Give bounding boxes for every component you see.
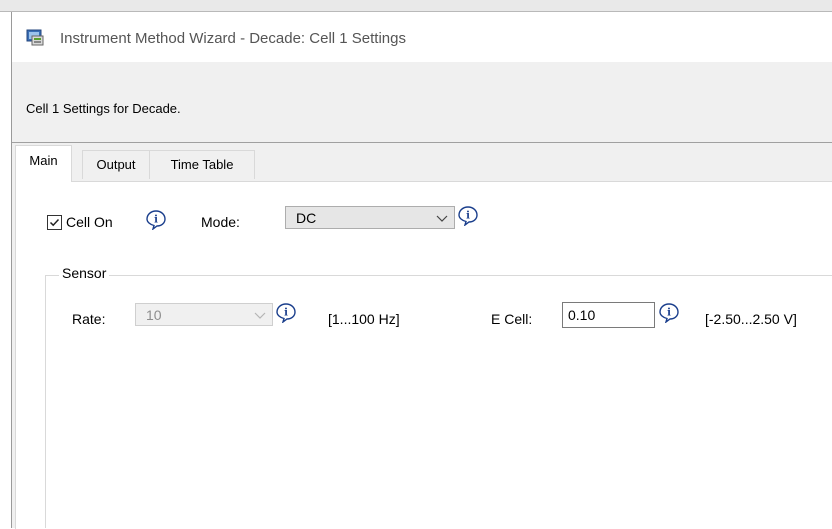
rate-range-label: [1...100 Hz] [328, 311, 400, 327]
window-title: Instrument Method Wizard - Decade: Cell … [60, 30, 406, 47]
e-cell-value: 0.10 [568, 307, 596, 323]
tab-output-label: Output [96, 157, 136, 172]
checkmark-icon [49, 218, 60, 227]
tab-main-label: Main [29, 153, 58, 168]
mode-dropdown[interactable]: DC [285, 206, 455, 229]
svg-text:i: i [667, 308, 671, 319]
chevron-down-icon [436, 215, 448, 222]
header-description: Cell 1 Settings for Decade. [26, 101, 181, 116]
wizard-header-panel: Cell 1 Settings for Decade. [12, 62, 832, 142]
svg-text:i: i [154, 215, 158, 226]
rate-value: 10 [146, 307, 162, 323]
background-window-strip [0, 0, 832, 11]
cell-on-checkbox[interactable] [47, 215, 62, 230]
e-cell-range-label: [-2.50...2.50 V] [705, 311, 797, 327]
mode-value: DC [296, 210, 317, 226]
rate-dropdown[interactable]: 10 [135, 303, 273, 326]
cell-on-info-icon[interactable]: i [146, 210, 166, 231]
sensor-group-title: Sensor [59, 265, 110, 281]
cell-on-label[interactable]: Cell On [66, 214, 113, 230]
tab-time-table-label: Time Table [170, 157, 234, 172]
title-bar[interactable]: Instrument Method Wizard - Decade: Cell … [12, 12, 832, 62]
chevron-down-icon [254, 312, 266, 319]
e-cell-input[interactable]: 0.10 [562, 302, 655, 328]
wizard-app-icon [26, 28, 44, 46]
tab-main[interactable]: Main [15, 145, 72, 182]
tab-time-table[interactable]: Time Table [149, 150, 255, 179]
svg-text:i: i [466, 211, 470, 222]
rate-label: Rate: [72, 311, 106, 327]
mode-label: Mode: [201, 214, 240, 230]
mode-info-icon[interactable]: i [458, 206, 478, 227]
svg-text:i: i [284, 308, 288, 319]
rate-info-icon[interactable]: i [276, 303, 296, 324]
e-cell-info-icon[interactable]: i [659, 303, 679, 324]
tab-output[interactable]: Output [82, 150, 150, 179]
e-cell-label: E Cell: [491, 311, 533, 327]
